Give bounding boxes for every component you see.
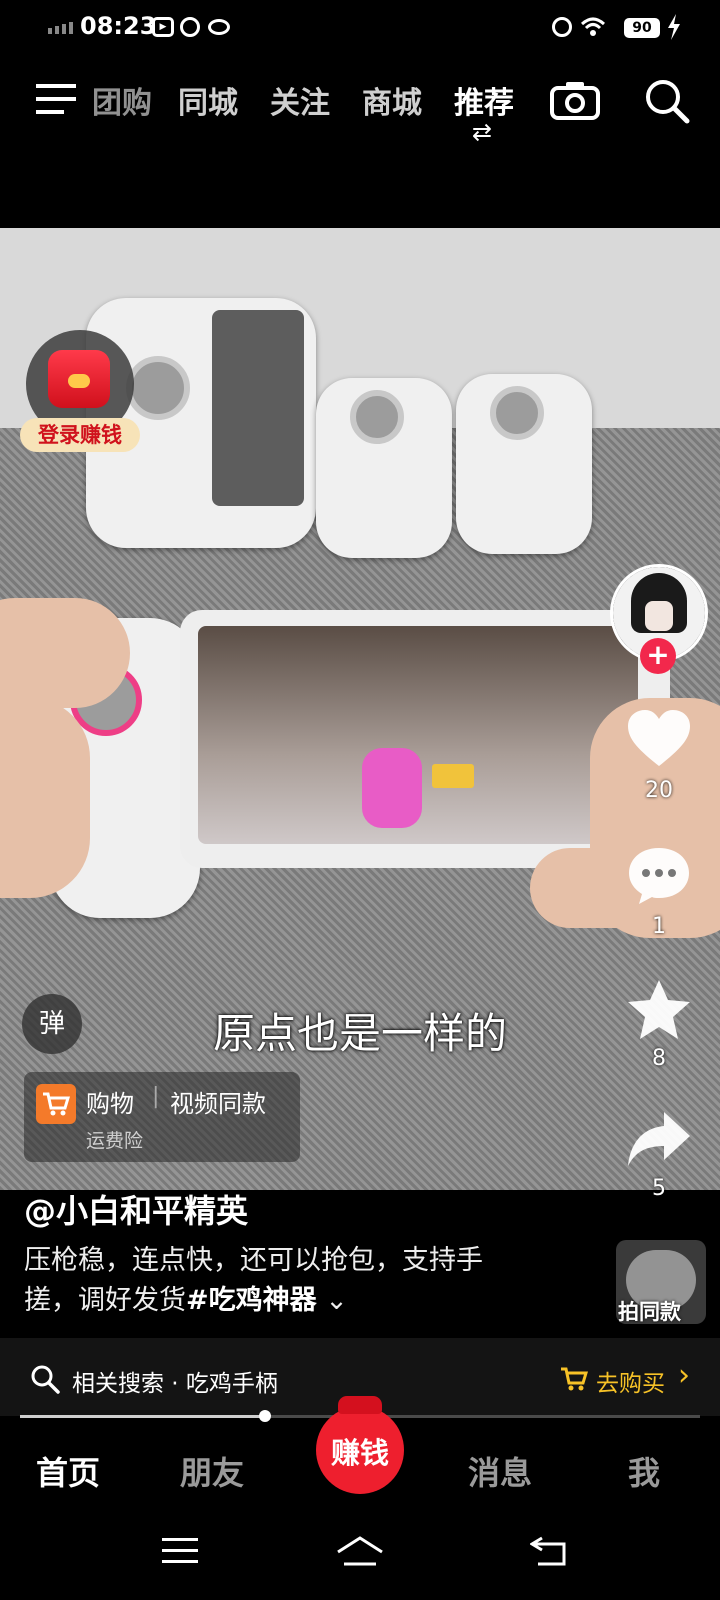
post-description-text: 搓，调好发货 <box>24 1285 186 1316</box>
chevron-right-icon: › <box>678 1358 690 1393</box>
swap-icon: ⇄ <box>472 118 493 146</box>
shopping-separator: | <box>152 1084 160 1109</box>
menu-icon[interactable] <box>36 82 76 120</box>
follow-button[interactable]: + <box>640 638 676 674</box>
tab-mall[interactable]: 商城 <box>362 78 422 122</box>
money-bag-knot <box>338 1396 382 1414</box>
danmaku-button[interactable]: 弹 <box>22 994 82 1054</box>
video-subtitle: 原点也是一样的 <box>212 1009 507 1058</box>
red-envelope-icon <box>48 350 110 408</box>
like-count: 20 <box>645 778 673 803</box>
shipping-insurance-label: 运费险 <box>86 1130 144 1152</box>
comment-count: 1 <box>652 914 666 939</box>
share-count: 5 <box>652 1176 666 1201</box>
buy-cart-icon <box>560 1366 589 1396</box>
video-progress-knob[interactable] <box>258 1410 271 1422</box>
status-time: 08:23 <box>80 12 157 40</box>
tab-friends[interactable]: 朋友 <box>162 1448 262 1494</box>
favorite-count: 8 <box>652 1046 666 1071</box>
search-icon[interactable] <box>644 78 690 128</box>
login-earn-label[interactable]: 登录赚钱 <box>20 418 140 452</box>
tab-following[interactable]: 关注 <box>270 78 330 122</box>
back-icon[interactable] <box>529 1536 568 1570</box>
weibo-icon <box>208 16 230 38</box>
expand-icon[interactable]: ⌄ <box>325 1285 348 1316</box>
comment-icon[interactable] <box>626 844 692 910</box>
favorite-icon[interactable] <box>626 978 692 1046</box>
charging-icon <box>666 14 682 44</box>
link-app-icon <box>180 16 200 38</box>
earn-label: 赚钱 <box>330 1436 389 1470</box>
post-description-line2[interactable]: 搓，调好发货#吃鸡神器 ⌄ <box>24 1278 348 1317</box>
tab-home[interactable]: 首页 <box>18 1448 118 1494</box>
tab-messages[interactable]: 消息 <box>450 1448 550 1494</box>
wifi-icon <box>580 16 606 42</box>
home-icon[interactable] <box>336 1536 384 1572</box>
camera-icon[interactable] <box>550 80 600 124</box>
recent-apps-icon[interactable] <box>162 1536 198 1570</box>
related-search-icon <box>30 1364 60 1398</box>
author-name[interactable]: @小白和平精英 <box>24 1186 248 1232</box>
tab-me[interactable]: 我 <box>594 1448 694 1494</box>
video-progress-fill <box>20 1415 265 1418</box>
alarm-icon <box>552 16 572 38</box>
tab-group-buy[interactable]: 团购 <box>92 78 152 122</box>
tab-same-city[interactable]: 同城 <box>178 78 238 122</box>
shopping-card[interactable]: 购物 | 视频同款 运费险 <box>24 1072 300 1162</box>
tab-recommend[interactable]: 推荐 <box>454 78 514 122</box>
status-bar: 08:23 ▶ 90 <box>0 0 720 56</box>
earn-button[interactable]: 赚钱 <box>316 1396 404 1494</box>
shoot-same-label[interactable]: 拍同款 <box>618 1296 681 1326</box>
signal-icon <box>48 22 73 34</box>
share-icon[interactable] <box>626 1110 692 1172</box>
post-description-line1: 压枪稳，连点快，还可以抢包，支持手 <box>24 1245 483 1276</box>
like-icon[interactable] <box>626 708 692 772</box>
related-search-text[interactable]: 相关搜索 · 吃鸡手柄 <box>72 1364 278 1398</box>
same-item-label: 视频同款 <box>170 1090 266 1118</box>
battery-indicator: 90 <box>624 18 660 38</box>
video-app-icon: ▶ <box>152 16 174 38</box>
cart-icon <box>36 1084 76 1124</box>
shopping-label: 购物 <box>86 1090 134 1118</box>
hashtag-link[interactable]: #吃鸡神器 <box>186 1285 317 1316</box>
go-buy-button[interactable]: 去购买 <box>596 1364 665 1398</box>
